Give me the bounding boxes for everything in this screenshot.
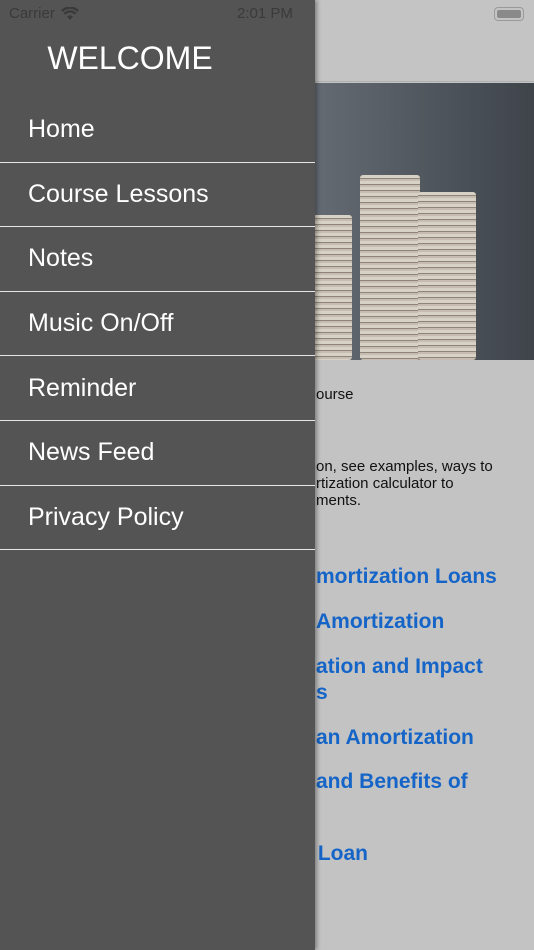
menu-item-reminder[interactable]: Reminder: [0, 356, 315, 421]
menu-item-notes[interactable]: Notes: [0, 227, 315, 292]
status-carrier: Carrier: [9, 5, 79, 22]
status-time: 2:01 PM: [237, 5, 293, 22]
description-line: ments.: [316, 492, 362, 509]
lesson-link-text: an Amortization: [316, 726, 474, 749]
battery-icon: [494, 7, 524, 21]
description-line: on, see examples, ways to: [316, 458, 493, 475]
menu-item-news-feed[interactable]: News Feed: [0, 421, 315, 486]
description-line: rtization calculator to: [316, 475, 454, 492]
lesson-link[interactable]: mortization Loans: [316, 564, 497, 590]
drawer-title: WELCOME: [47, 40, 213, 76]
menu-item-course-lessons[interactable]: Course Lessons: [0, 163, 315, 228]
menu-item-music[interactable]: Music On/Off: [0, 292, 315, 357]
lesson-link[interactable]: Amortization: [316, 609, 444, 635]
side-drawer: Carrier 2:01 PM WELCOME Home Course Less…: [0, 0, 315, 950]
lesson-link[interactable]: and Benefits of: [316, 769, 468, 795]
lesson-link[interactable]: ation and Impact s: [316, 654, 483, 706]
lesson-link-text: s: [316, 681, 328, 704]
drawer-menu: Home Course Lessons Notes Music On/Off R…: [0, 98, 315, 551]
lesson-link-text: and Benefits of: [316, 770, 468, 793]
menu-item-privacy-policy[interactable]: Privacy Policy: [0, 486, 315, 551]
lesson-link-text: mortization Loans: [316, 565, 497, 588]
lesson-link[interactable]: Loan: [312, 841, 368, 867]
lesson-link-text: Loan: [312, 842, 368, 865]
carrier-label: Carrier: [9, 5, 55, 22]
lesson-link-text: Amortization: [316, 610, 445, 633]
menu-item-home[interactable]: Home: [0, 98, 315, 163]
wifi-icon: [60, 6, 79, 20]
lesson-link-text: ation and Impact: [316, 655, 483, 678]
intro-text: ourse: [316, 386, 354, 403]
lesson-link[interactable]: an Amortization: [316, 725, 474, 751]
